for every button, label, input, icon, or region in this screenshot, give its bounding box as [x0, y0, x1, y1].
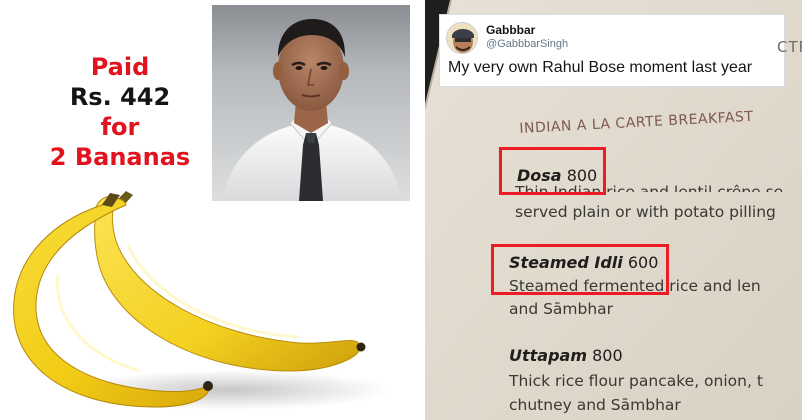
- highlight-box-dosa: [499, 147, 606, 195]
- dish-name: Uttapam: [509, 346, 588, 365]
- caption-line-bananas: 2 Bananas: [49, 143, 191, 171]
- caption-line-paid: Paid: [90, 53, 150, 81]
- caption-line-for: for: [100, 113, 140, 141]
- tweet-author-handle: @GabbbarSingh: [486, 38, 569, 50]
- avatar-icon: [447, 23, 477, 53]
- menu-item-uttapam: Uttapam 800: [509, 346, 623, 365]
- dish-price: 800: [592, 346, 623, 365]
- highlight-box-steamed-idli: [491, 244, 669, 295]
- menu-item-uttapam-desc-1: Thick rice flour pancake, onion, t: [509, 372, 763, 390]
- tweet-author-name: Gabbbar: [486, 23, 536, 37]
- menu-item-uttapam-desc-2: chutney and Sāmbhar: [509, 396, 681, 414]
- avatar: [446, 22, 478, 54]
- tweet-text: My very own Rahul Bose moment last year: [448, 59, 753, 76]
- menu-corner-text: CTR: [777, 38, 802, 56]
- menu-item-dosa-desc-2: served plain or with potato pilling: [515, 203, 776, 221]
- left-panel: Paid Rs. 442 for 2 Bananas: [0, 0, 420, 420]
- bananas-illustration: [13, 191, 390, 410]
- caption: Paid Rs. 442 for 2 Bananas: [32, 52, 208, 172]
- portrait-photo: [212, 5, 410, 201]
- right-panel: Gabbbar @GabbbarSingh My very own Rahul …: [425, 0, 802, 420]
- menu-item-idli-desc-2: and Sāmbhar: [509, 300, 614, 318]
- man-portrait-illustration: [222, 19, 402, 201]
- caption-line-price: Rs. 442: [69, 83, 171, 111]
- tweet-card: Gabbbar @GabbbarSingh My very own Rahul …: [439, 14, 785, 87]
